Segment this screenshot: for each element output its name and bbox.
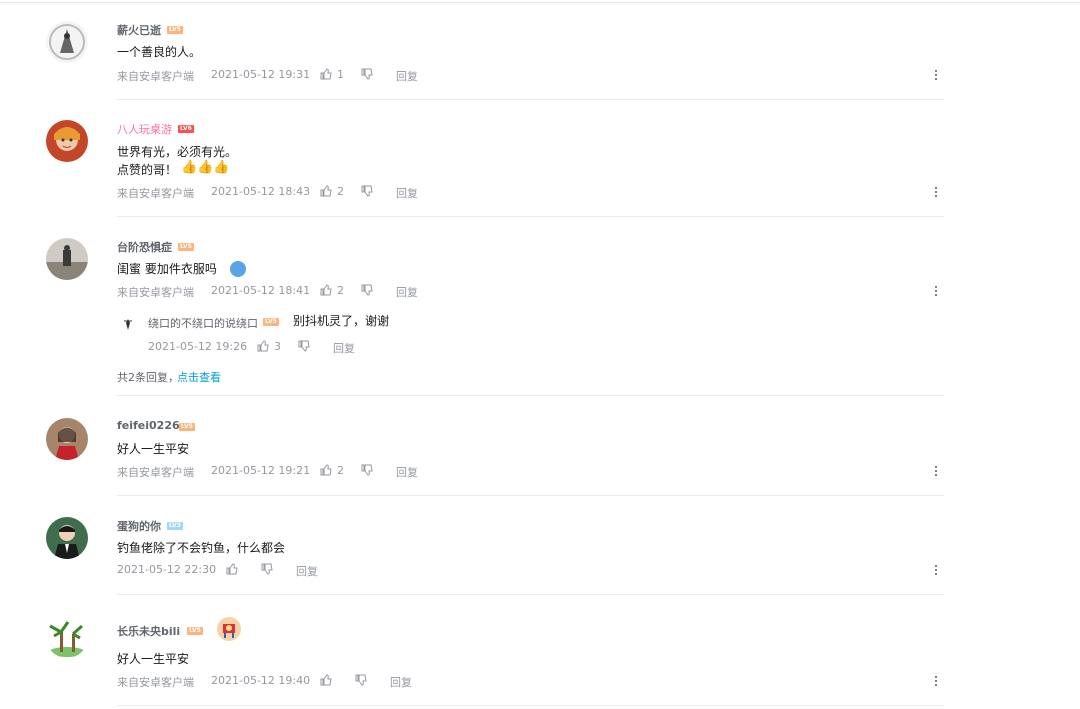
username[interactable]: 台阶恐惧症 — [117, 239, 172, 255]
comment-text: 钓鱼佬除了不会钓鱼，什么都会 — [117, 541, 286, 555]
comment-divider — [117, 216, 944, 217]
comment-divider — [117, 594, 944, 595]
cold-face-emoji — [230, 261, 246, 277]
comment-time: 2021-05-12 19:40 — [211, 674, 311, 687]
comment-text: 好人一生平安 — [117, 652, 190, 666]
comment-time: 2021-05-12 22:30 — [117, 563, 217, 576]
like-count: 2 — [337, 284, 344, 297]
like-icon[interactable] — [320, 68, 332, 80]
level-badge: LV3 — [167, 522, 183, 530]
more-options-icon[interactable] — [934, 69, 938, 82]
avatar[interactable] — [46, 120, 88, 162]
comment-divider — [117, 99, 944, 100]
reply-button[interactable]: 回复 — [396, 68, 418, 84]
view-replies-link[interactable]: 点击查看 — [177, 369, 221, 385]
reply-button[interactable]: 回复 — [396, 284, 418, 300]
dislike-icon[interactable] — [355, 674, 367, 686]
comment-source: 来自安卓客户端 — [117, 466, 194, 479]
username[interactable]: 蛋狗的你 — [117, 518, 161, 534]
comment-text-line: 点赞的哥！ — [117, 163, 178, 177]
comment-text: 好人一生平安 — [117, 442, 190, 456]
level-badge: LV6 — [178, 125, 194, 133]
more-options-icon[interactable] — [934, 675, 938, 688]
dislike-icon[interactable] — [361, 68, 373, 80]
more-options-icon[interactable] — [934, 465, 938, 478]
like-count: 3 — [274, 340, 281, 353]
dislike-icon[interactable] — [261, 563, 273, 575]
avatar[interactable] — [46, 517, 88, 559]
top-divider — [0, 2, 1080, 3]
dislike-icon[interactable] — [361, 185, 373, 197]
like-count: 1 — [337, 68, 344, 81]
reply-button[interactable]: 回复 — [396, 464, 418, 480]
comment-source: 来自安卓客户端 — [117, 286, 194, 299]
avatar[interactable] — [46, 616, 88, 658]
more-options-icon[interactable] — [934, 186, 938, 199]
reply-button[interactable]: 回复 — [396, 185, 418, 201]
avatar[interactable] — [46, 418, 88, 460]
level-badge: LV5 — [187, 627, 203, 635]
comment-divider — [117, 495, 944, 496]
comment-text-line: 世界有光，必须有光。 — [117, 145, 238, 159]
like-count: 2 — [337, 464, 344, 477]
username[interactable]: 长乐未央bili — [117, 623, 180, 639]
reply-button[interactable]: 回复 — [296, 563, 318, 579]
comment-source: 来自安卓客户端 — [117, 187, 194, 200]
like-icon[interactable] — [320, 284, 332, 296]
comment-divider — [117, 705, 944, 706]
comment-source: 来自安卓客户端 — [117, 676, 194, 689]
dislike-icon[interactable] — [361, 464, 373, 476]
thumbs-up-emoji: 👍👍👍 — [181, 160, 230, 175]
more-options-icon[interactable] — [934, 285, 938, 298]
sub-reply-time: 2021-05-12 19:26 — [148, 340, 248, 353]
comment-time: 2021-05-12 19:31 — [211, 68, 311, 81]
dislike-icon[interactable] — [361, 284, 373, 296]
sub-reply-text: 别抖机灵了，谢谢 — [293, 314, 390, 328]
like-icon[interactable] — [320, 185, 332, 197]
username[interactable]: 八人玩桌游 — [117, 121, 172, 137]
comment-text: 一个善良的人。 — [117, 45, 202, 59]
reply-summary: 共2条回复， — [117, 371, 179, 384]
like-icon[interactable] — [226, 563, 238, 575]
more-options-icon[interactable] — [934, 564, 938, 577]
sub-reply-avatar[interactable] — [121, 316, 135, 330]
comment-time: 2021-05-12 19:21 — [211, 464, 311, 477]
level-badge: LV5 — [263, 318, 279, 326]
like-count: 2 — [337, 185, 344, 198]
level-badge: LV5 — [179, 423, 195, 431]
like-icon[interactable] — [320, 464, 332, 476]
dislike-icon[interactable] — [298, 340, 310, 352]
comment-time: 2021-05-12 18:43 — [211, 185, 311, 198]
level-badge: LV5 — [167, 26, 183, 34]
reply-button[interactable]: 回复 — [333, 340, 355, 356]
comment-divider — [117, 395, 944, 396]
avatar[interactable] — [46, 21, 88, 63]
level-badge: LV5 — [178, 243, 194, 251]
reply-button[interactable]: 回复 — [390, 674, 412, 690]
like-icon[interactable] — [320, 674, 332, 686]
avatar[interactable] — [46, 238, 88, 280]
comment-text: 闺蜜 要加件衣服吗 — [117, 262, 217, 276]
comment-source: 来自安卓客户端 — [117, 70, 194, 83]
username[interactable]: feifei0226 — [117, 419, 180, 432]
sub-reply-username[interactable]: 绕口的不绕口的说绕口 — [148, 315, 258, 331]
like-icon[interactable] — [257, 340, 269, 352]
username[interactable]: 薪火已逝 — [117, 22, 161, 38]
comment-time: 2021-05-12 18:41 — [211, 284, 311, 297]
pendant-icon — [217, 617, 241, 641]
